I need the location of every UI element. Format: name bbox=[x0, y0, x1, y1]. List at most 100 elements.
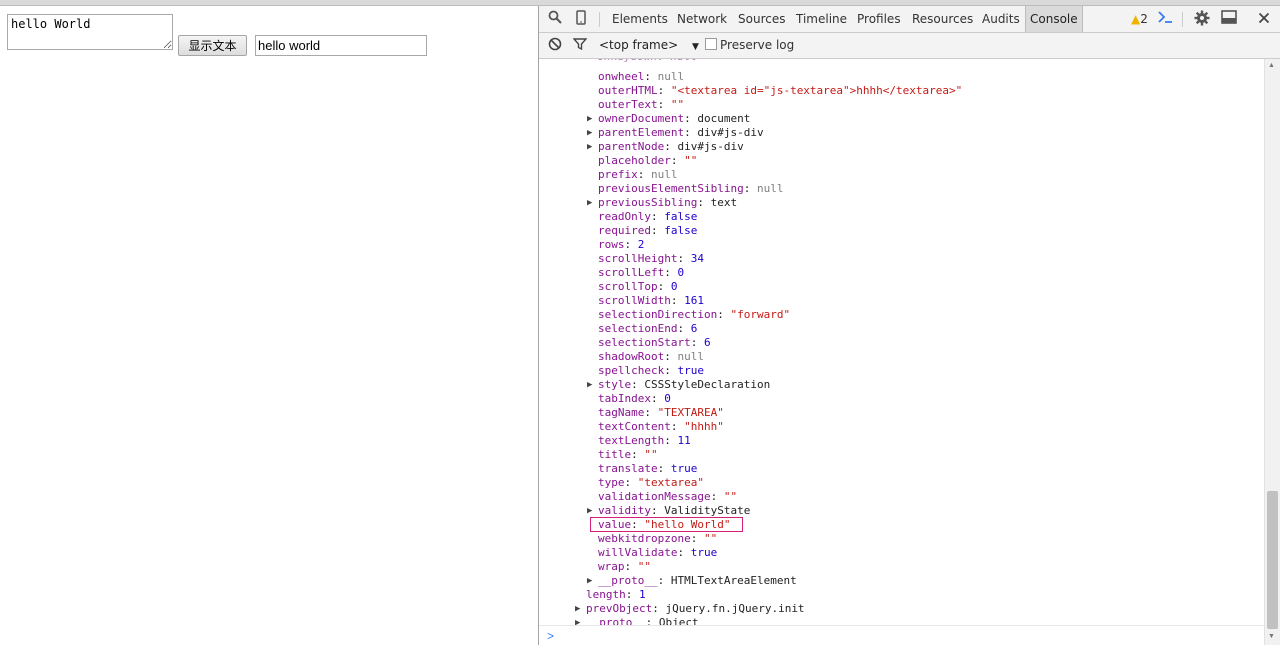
property-colon: : bbox=[657, 280, 671, 293]
property-value: 6 bbox=[690, 322, 698, 335]
console-property-row: length: 1 bbox=[586, 588, 646, 602]
property-colon: : bbox=[697, 196, 711, 209]
preserve-log-option[interactable]: Preserve log bbox=[705, 33, 794, 58]
property-key: title bbox=[598, 448, 632, 461]
clear-icon[interactable] bbox=[546, 37, 564, 55]
console-property-row[interactable]: ▶ previousSibling: text bbox=[587, 196, 737, 210]
device-icon[interactable] bbox=[572, 10, 590, 28]
expand-arrow-icon[interactable]: ▶ bbox=[587, 504, 595, 518]
property-key: textLength bbox=[598, 434, 665, 447]
property-colon: : bbox=[677, 546, 691, 559]
scrollbar-thumb[interactable] bbox=[1267, 491, 1278, 629]
dock-icon[interactable] bbox=[1220, 10, 1238, 28]
warning-counter[interactable]: ▲2 bbox=[1131, 10, 1148, 28]
scroll-up-icon[interactable]: ▲ bbox=[1268, 62, 1275, 69]
property-key: scrollLeft bbox=[598, 266, 665, 279]
property-colon: : bbox=[664, 434, 678, 447]
console-scrollbar[interactable]: ▲ ▼ bbox=[1264, 59, 1280, 645]
console-property-row[interactable]: ▶ validity: ValidityState bbox=[587, 504, 750, 518]
property-value: "" bbox=[723, 490, 738, 503]
scroll-down-icon[interactable]: ▼ bbox=[1268, 633, 1275, 640]
preserve-log-checkbox[interactable] bbox=[705, 38, 717, 50]
console-property-row[interactable]: ▶ parentElement: div#js-div bbox=[587, 126, 764, 140]
console-property-row[interactable]: ▶ style: CSSStyleDeclaration bbox=[587, 378, 771, 392]
search-icon[interactable] bbox=[546, 10, 564, 28]
toolbar-divider bbox=[1182, 12, 1183, 27]
gear-icon[interactable] bbox=[1193, 10, 1211, 28]
property-key: selectionDirection bbox=[598, 308, 718, 321]
tab-profiles[interactable]: Profiles bbox=[857, 6, 901, 32]
console-property-row: validationMessage: "" bbox=[598, 490, 737, 504]
expand-arrow-icon[interactable]: ▶ bbox=[575, 602, 583, 616]
show-text-button[interactable]: 显示文本 bbox=[178, 35, 247, 56]
property-value: CSSStyleDeclaration bbox=[644, 378, 771, 391]
property-colon: : bbox=[650, 392, 665, 405]
frame-select[interactable]: <top frame> ▼ bbox=[599, 33, 699, 58]
prompt-icon: > bbox=[547, 629, 555, 643]
expand-arrow-icon[interactable]: ▶ bbox=[575, 616, 583, 625]
toolbar-divider bbox=[599, 12, 600, 27]
text-area[interactable]: hello World bbox=[7, 14, 173, 50]
console-property-row: selectionEnd: 6 bbox=[598, 322, 697, 336]
property-key: translate bbox=[598, 462, 658, 475]
property-colon: : bbox=[624, 238, 638, 251]
console-property-row: scrollWidth: 161 bbox=[598, 294, 704, 308]
property-value: Object bbox=[658, 616, 699, 625]
property-key: placeholder bbox=[598, 154, 671, 167]
property-key: scrollTop bbox=[598, 280, 658, 293]
property-value: null bbox=[657, 70, 685, 83]
property-colon: : bbox=[631, 448, 645, 461]
expand-arrow-icon[interactable]: ▶ bbox=[587, 112, 595, 126]
property-value: jQuery.fn.jQuery.init bbox=[665, 602, 805, 615]
close-icon[interactable] bbox=[1255, 10, 1273, 28]
console-property-row: scrollLeft: 0 bbox=[598, 266, 684, 280]
property-key: willValidate bbox=[598, 546, 678, 559]
console-property-row: onwheel: null bbox=[598, 70, 684, 84]
warning-count: 2 bbox=[1140, 12, 1148, 26]
console-property-row: readOnly: false bbox=[598, 210, 697, 224]
tab-timeline[interactable]: Timeline bbox=[796, 6, 847, 32]
expand-arrow-icon[interactable]: ▶ bbox=[587, 196, 595, 210]
console-property-row[interactable]: ▶ parentNode: div#js-div bbox=[587, 140, 744, 154]
expand-arrow-icon[interactable]: ▶ bbox=[587, 126, 595, 140]
console-prompt[interactable]: > bbox=[539, 625, 1264, 646]
property-value: 1 bbox=[639, 588, 646, 601]
property-value: 2 bbox=[637, 238, 645, 251]
console-output[interactable]: onkeydown: null onwheel: nullouterHTML: … bbox=[539, 59, 1264, 625]
console-property-row: wrap: "" bbox=[598, 560, 651, 574]
console-property-row: textContent: "hhhh" bbox=[598, 420, 724, 434]
filter-icon[interactable] bbox=[571, 37, 589, 55]
expand-arrow-icon[interactable]: ▶ bbox=[587, 574, 595, 588]
property-value: 0 bbox=[677, 266, 685, 279]
property-key: validationMessage bbox=[598, 490, 711, 503]
console-property-row[interactable]: ▶ prevObject: jQuery.fn.jQuery.init bbox=[575, 602, 805, 616]
tab-network[interactable]: Network bbox=[677, 6, 727, 32]
console-drawer-icon[interactable] bbox=[1156, 10, 1174, 28]
text-input[interactable] bbox=[255, 35, 427, 56]
property-key: previousElementSibling bbox=[598, 182, 744, 195]
property-value: "" bbox=[644, 448, 658, 461]
expand-arrow-icon[interactable]: ▶ bbox=[587, 378, 595, 392]
property-key: __proto__ bbox=[598, 574, 658, 587]
tab-audits[interactable]: Audits bbox=[982, 6, 1020, 32]
tab-sources[interactable]: Sources bbox=[738, 6, 785, 32]
property-colon: : bbox=[690, 532, 704, 545]
property-colon: : bbox=[650, 224, 665, 237]
property-colon: : bbox=[690, 336, 704, 349]
console-toolbar: <top frame> ▼ Preserve log bbox=[539, 33, 1280, 59]
console-property-row[interactable]: ▶ ownerDocument: document bbox=[587, 112, 750, 126]
console-property-row: shadowRoot: null bbox=[598, 350, 704, 364]
property-key: webkitdropzone bbox=[598, 532, 691, 545]
console-property-row: previousElementSibling: null bbox=[598, 182, 783, 196]
expand-arrow-icon[interactable]: ▶ bbox=[587, 140, 595, 154]
console-property-row[interactable]: ▶ __proto__: HTMLTextAreaElement bbox=[587, 574, 797, 588]
property-value: "" bbox=[670, 98, 685, 111]
property-key: readOnly bbox=[598, 210, 651, 223]
tab-console[interactable]: Console bbox=[1025, 6, 1083, 32]
tab-elements[interactable]: Elements bbox=[612, 6, 668, 32]
property-key: __proto__ bbox=[586, 616, 646, 625]
console-property-row[interactable]: ▶ __proto__: Object bbox=[575, 616, 699, 625]
property-colon: : bbox=[657, 84, 671, 97]
tab-resources[interactable]: Resources bbox=[912, 6, 973, 32]
property-value: null bbox=[651, 168, 678, 181]
